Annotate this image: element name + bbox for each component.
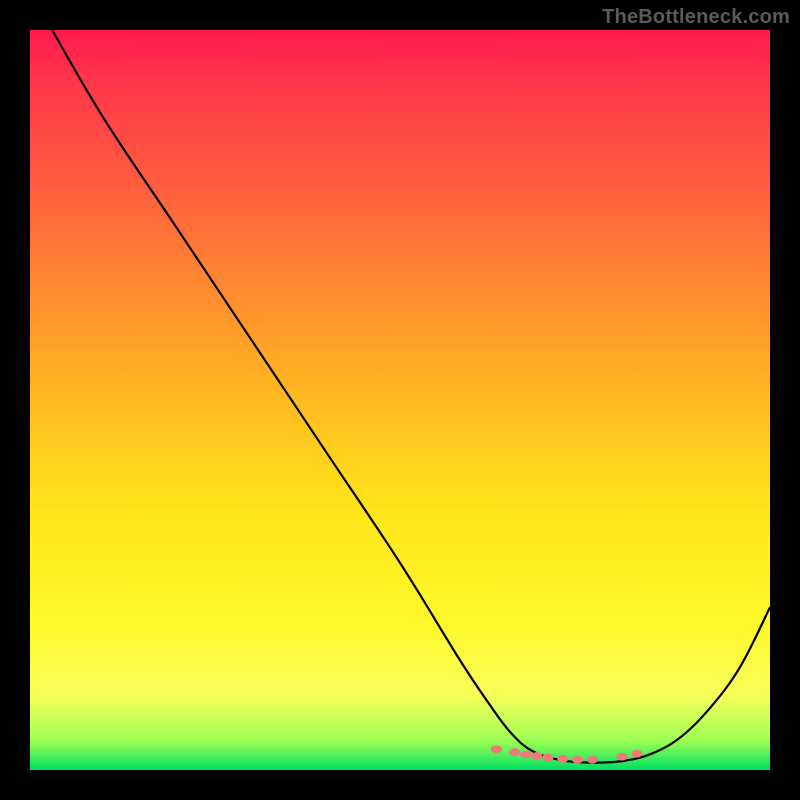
marker-dot	[587, 756, 598, 764]
marker-dot	[572, 756, 583, 764]
watermark-text: TheBottleneck.com	[602, 6, 790, 29]
marker-dot	[616, 753, 627, 761]
marker-dot	[531, 752, 542, 760]
marker-dot	[520, 751, 531, 759]
chart-container: TheBottleneck.com	[0, 0, 800, 800]
chart-svg	[30, 30, 770, 770]
marker-dot	[491, 745, 502, 753]
marker-dot	[631, 750, 642, 758]
marker-dot	[509, 748, 520, 756]
marker-dot	[542, 754, 553, 762]
curve-line	[52, 30, 770, 763]
marker-dot	[557, 755, 568, 763]
